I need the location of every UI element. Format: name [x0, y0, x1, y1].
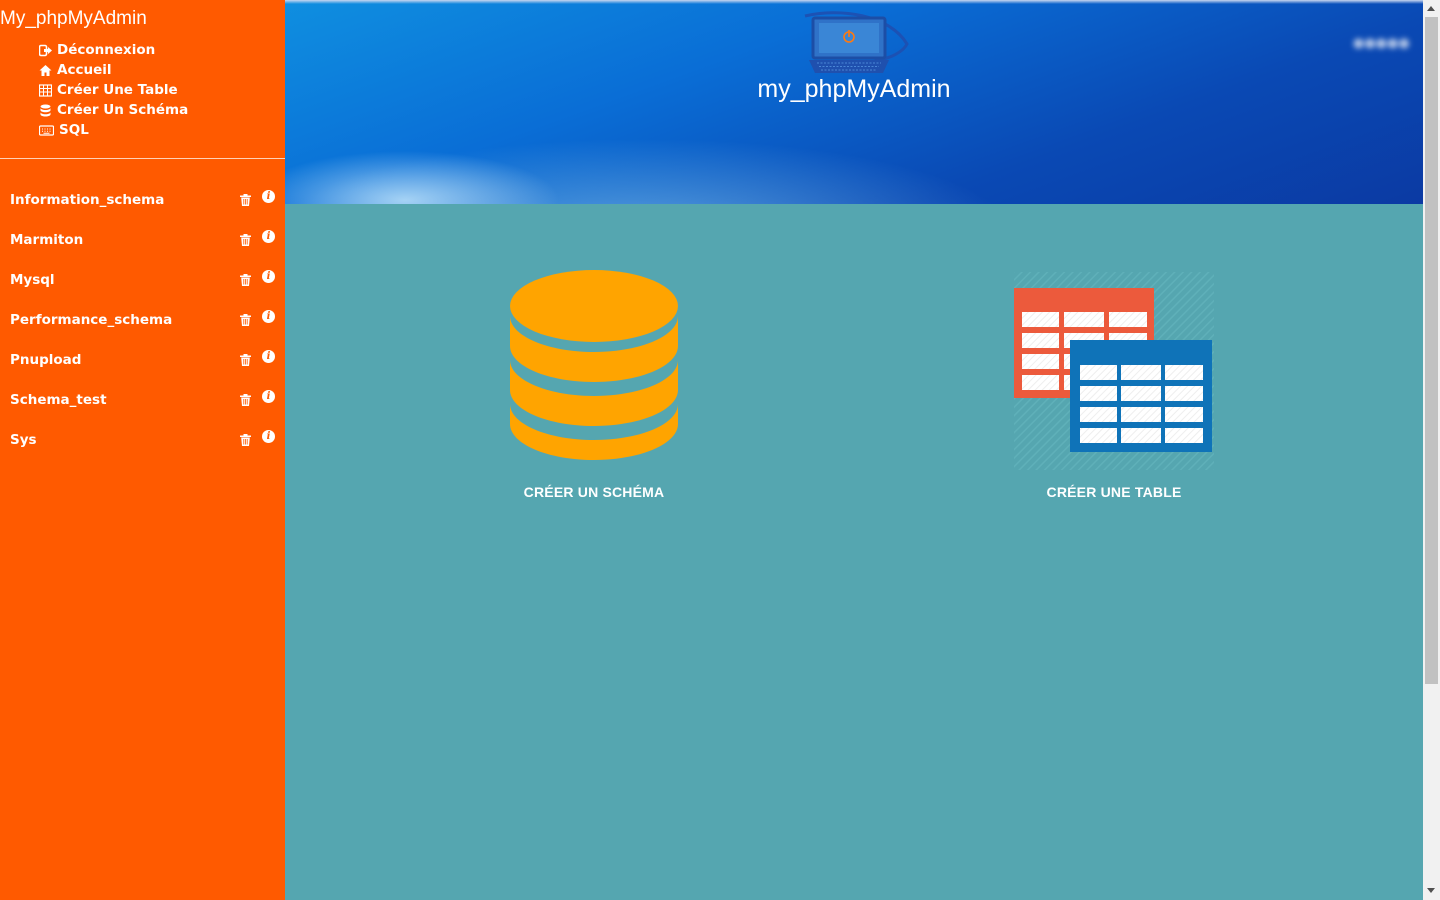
create-schema-label: CRÉER UN SCHÉMA — [523, 484, 665, 500]
trash-icon[interactable] — [240, 431, 251, 446]
nav-logout[interactable]: Déconnexion — [39, 40, 188, 60]
power-laptop-logo[interactable] — [799, 10, 911, 76]
nav-create-table[interactable]: Créer Une Table — [39, 80, 188, 100]
sign-out-icon — [39, 44, 52, 57]
info-icon[interactable]: i — [262, 190, 275, 203]
brand-title[interactable]: My_phpMyAdmin — [0, 8, 147, 30]
database-row: Marmiton i — [0, 220, 285, 260]
trash-icon[interactable] — [240, 351, 251, 366]
header-banner: my_phpMyAdmin ●●●●● — [285, 0, 1423, 204]
sidebar-divider — [0, 158, 285, 159]
database-name[interactable]: Information_schema — [10, 192, 164, 208]
database-name[interactable]: Mysql — [10, 272, 55, 288]
create-table-card[interactable]: CRÉER UNE TABLE — [1004, 272, 1224, 500]
info-icon[interactable]: i — [262, 350, 275, 363]
database-row: Information_schema i — [0, 180, 285, 220]
info-icon[interactable]: i — [262, 310, 275, 323]
nav-create-schema-label: Créer Un Schéma — [57, 102, 189, 118]
database-name[interactable]: Sys — [10, 432, 37, 448]
info-icon[interactable]: i — [262, 270, 275, 283]
database-row: Performance_schema i — [0, 300, 285, 340]
create-schema-card[interactable]: CRÉER UN SCHÉMA — [494, 268, 694, 500]
scroll-up-arrow-icon[interactable] — [1427, 6, 1435, 11]
trash-icon[interactable] — [240, 191, 251, 206]
trash-icon[interactable] — [240, 271, 251, 286]
trash-icon[interactable] — [240, 311, 251, 326]
create-table-label: CRÉER UNE TABLE — [1046, 484, 1182, 500]
info-icon[interactable]: i — [262, 390, 275, 403]
nav-logout-label: Déconnexion — [57, 42, 156, 58]
header-title: my_phpMyAdmin — [757, 75, 951, 103]
database-name[interactable]: Pnupload — [10, 352, 81, 368]
database-name[interactable]: Performance_schema — [10, 312, 172, 328]
table-icon — [39, 83, 52, 97]
sidebar-nav: Déconnexion Accueil Créer Une Table Crée… — [39, 40, 188, 140]
database-icon — [494, 268, 694, 468]
info-icon[interactable]: i — [262, 230, 275, 243]
database-row: Sys i — [0, 420, 285, 460]
nav-home[interactable]: Accueil — [39, 60, 188, 80]
home-icon — [39, 64, 52, 77]
database-icon — [39, 104, 52, 117]
trash-icon[interactable] — [240, 231, 251, 246]
nav-create-schema[interactable]: Créer Un Schéma — [39, 100, 188, 120]
scroll-down-arrow-icon[interactable] — [1427, 888, 1435, 893]
nav-sql[interactable]: SQL — [39, 120, 188, 140]
vertical-scrollbar[interactable] — [1423, 0, 1440, 900]
database-name[interactable]: Schema_test — [10, 392, 107, 408]
scrollbar-thumb[interactable] — [1425, 17, 1438, 684]
banner-top-edge — [285, 0, 1423, 4]
nav-home-label: Accueil — [57, 62, 112, 78]
database-row: Mysql i — [0, 260, 285, 300]
tables-icon — [1004, 272, 1224, 474]
sidebar: My_phpMyAdmin Déconnexion Accueil Créer … — [0, 0, 285, 900]
database-name[interactable]: Marmiton — [10, 232, 83, 248]
trash-icon[interactable] — [240, 391, 251, 406]
keyboard-icon — [39, 124, 54, 137]
nav-create-table-label: Créer Une Table — [57, 82, 178, 98]
blurred-header-text: ●●●●● — [1353, 36, 1410, 51]
info-icon[interactable]: i — [262, 430, 275, 443]
nav-sql-label: SQL — [59, 122, 89, 138]
database-row: Schema_test i — [0, 380, 285, 420]
database-row: Pnupload i — [0, 340, 285, 380]
database-list: Information_schema i Marmiton i Mysql i … — [0, 180, 285, 460]
